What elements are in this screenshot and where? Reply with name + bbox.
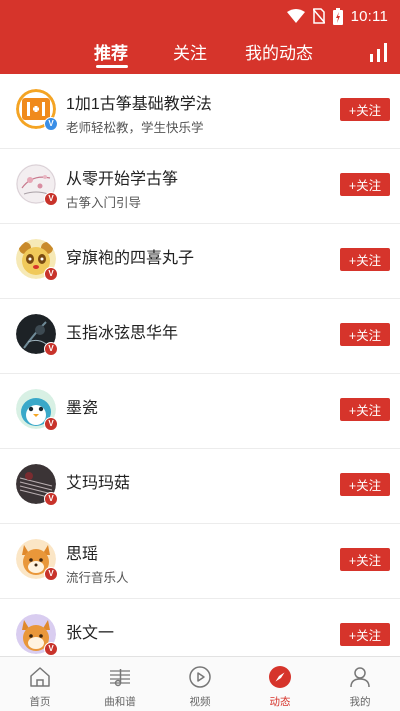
verified-badge-icon: V	[44, 567, 58, 581]
user-row[interactable]: V 穿旗袍的四喜丸子 +关注	[0, 224, 400, 299]
nav-feed[interactable]: 动态	[240, 657, 320, 711]
tab-recommend[interactable]: 推荐	[94, 39, 128, 64]
video-play-icon	[189, 666, 211, 688]
user-row[interactable]: V 张文一 +关注	[0, 599, 400, 656]
user-name[interactable]: 玉指冰弦思华年	[66, 319, 178, 343]
verified-badge-icon: V	[44, 642, 58, 656]
user-avatar[interactable]: V	[16, 314, 58, 356]
nav-music-score-label: 曲和谱	[104, 696, 136, 708]
wifi-icon	[286, 9, 305, 23]
follow-button[interactable]: +关注	[340, 323, 390, 346]
user-subtitle: 流行音乐人	[66, 571, 129, 585]
nav-home-label: 首页	[29, 696, 51, 708]
user-name[interactable]: 墨瓷	[66, 394, 98, 418]
user-row[interactable]: V 思瑶 流行音乐人 +关注	[0, 524, 400, 599]
user-name[interactable]: 张文一	[66, 619, 114, 643]
follow-button[interactable]: +关注	[340, 473, 390, 496]
user-subtitle: 老师轻松教，学生快乐学	[66, 121, 204, 135]
verified-badge-icon: V	[44, 492, 58, 506]
user-row[interactable]: V 玉指冰弦思华年 +关注	[0, 299, 400, 374]
follow-button[interactable]: +关注	[340, 548, 390, 571]
top-bar: 10:11 推荐 关注 我的动态	[0, 0, 400, 74]
recommended-user-list: V 1加1古筝基础教学法 老师轻松教，学生快乐学 +关注 V 从零开始学古筝 古…	[0, 74, 400, 656]
follow-button[interactable]: +关注	[340, 623, 390, 646]
user-avatar[interactable]: V	[16, 89, 58, 131]
nav-video-label: 视频	[189, 696, 211, 708]
follow-button[interactable]: +关注	[340, 98, 390, 121]
verified-badge-icon: V	[44, 192, 58, 206]
user-row[interactable]: V 艾玛玛菇 +关注	[0, 449, 400, 524]
user-avatar[interactable]: V	[16, 539, 58, 581]
user-name[interactable]: 从零开始学古筝	[66, 165, 178, 189]
nav-feed-label: 动态	[269, 696, 291, 708]
user-name[interactable]: 艾玛玛菇	[66, 469, 130, 493]
feed-compass-icon	[269, 666, 291, 688]
user-name[interactable]: 穿旗袍的四喜丸子	[66, 244, 194, 268]
user-name[interactable]: 思瑶	[66, 540, 98, 564]
status-bar: 10:11	[286, 6, 388, 26]
nav-profile[interactable]: 我的	[320, 657, 400, 711]
verified-badge-icon: V	[44, 117, 58, 131]
follow-button[interactable]: +关注	[340, 173, 390, 196]
user-row[interactable]: V 墨瓷 +关注	[0, 374, 400, 449]
user-avatar[interactable]: V	[16, 239, 58, 281]
music-score-icon	[110, 669, 130, 687]
nav-video[interactable]: 视频	[160, 657, 240, 711]
tab-my-activity[interactable]: 我的动态	[245, 39, 313, 64]
top-tabs: 推荐 关注 我的动态	[0, 36, 400, 70]
user-row[interactable]: V 从零开始学古筝 古筝入门引导 +关注	[0, 149, 400, 224]
user-row[interactable]: V 1加1古筝基础教学法 老师轻松教，学生快乐学 +关注	[0, 74, 400, 149]
bar-chart-icon[interactable]	[368, 42, 390, 62]
user-avatar[interactable]: V	[16, 464, 58, 506]
no-sim-icon	[312, 8, 325, 24]
user-avatar[interactable]: V	[16, 164, 58, 206]
tab-following[interactable]: 关注	[173, 39, 207, 64]
nav-profile-label: 我的	[349, 696, 371, 708]
verified-badge-icon: V	[44, 417, 58, 431]
verified-badge-icon: V	[44, 342, 58, 356]
verified-badge-icon: V	[44, 267, 58, 281]
profile-icon	[350, 667, 370, 688]
battery-charging-icon	[332, 7, 343, 25]
user-name[interactable]: 1加1古筝基础教学法	[66, 90, 212, 114]
follow-button[interactable]: +关注	[340, 398, 390, 421]
bottom-nav: 首页 曲和谱 视频 动态 我的	[0, 656, 400, 711]
status-time: 10:11	[350, 7, 388, 25]
user-avatar[interactable]: V	[16, 389, 58, 431]
nav-home[interactable]: 首页	[0, 657, 80, 711]
home-icon	[30, 667, 50, 687]
follow-button[interactable]: +关注	[340, 248, 390, 271]
nav-music-score[interactable]: 曲和谱	[80, 657, 160, 711]
user-subtitle: 古筝入门引导	[66, 196, 142, 210]
active-tab-indicator	[96, 65, 128, 68]
user-avatar[interactable]: V	[16, 614, 58, 656]
